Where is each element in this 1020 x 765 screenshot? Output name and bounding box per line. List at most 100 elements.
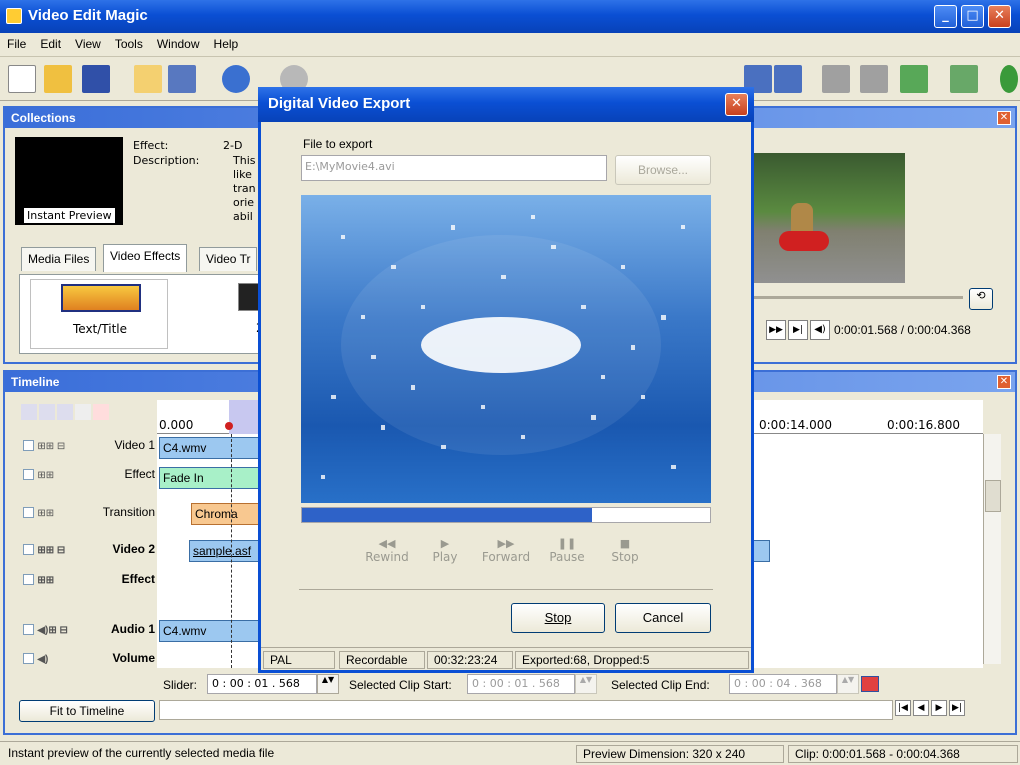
scrollbar-thumb[interactable] [985, 480, 1001, 512]
stop-control[interactable]: ■ Stop [597, 537, 653, 564]
track-toggle-icons[interactable]: ⊞⊞ ⊟ [37, 441, 65, 452]
menu-file[interactable]: File [0, 33, 33, 51]
timeline-close-icon[interactable]: ✕ [997, 375, 1011, 389]
stop-button[interactable]: Stop [511, 603, 605, 633]
list-item-label: Text/Title [72, 322, 128, 336]
preview-image [753, 153, 905, 283]
slider-time-input[interactable]: 0 : 00 : 01 . 568 [207, 674, 317, 694]
clip-transition-chroma[interactable]: Chroma [191, 503, 261, 525]
clip-audio1[interactable]: C4.wmv [159, 620, 259, 642]
clip-end-spin-icon[interactable]: ▲▼ [837, 674, 859, 694]
track-name: Effect [124, 467, 155, 481]
last-icon[interactable]: ▶| [949, 700, 965, 716]
minimize-button[interactable]: _ [934, 5, 957, 28]
group-icon[interactable] [774, 65, 802, 93]
maximize-button[interactable]: □ [961, 5, 984, 28]
play-control[interactable]: ▶ Play [417, 537, 473, 564]
first-icon[interactable]: |◀ [895, 700, 911, 716]
instant-preview-tooltip: Instant Preview [23, 207, 116, 224]
track-toggle-icons[interactable]: ⊞⊞ [37, 575, 54, 586]
track-checkbox[interactable] [23, 469, 34, 481]
volume-icon[interactable]: ◀) [810, 320, 830, 340]
tab-video-transitions[interactable]: Video Tr [199, 247, 258, 271]
menu-window[interactable]: Window [150, 33, 207, 51]
capture-icon[interactable] [168, 65, 196, 93]
pause-control[interactable]: ❚❚ Pause [539, 537, 595, 564]
loop-icon[interactable]: ⟲ [969, 288, 993, 310]
fullscreen-icon[interactable] [900, 65, 928, 93]
track-header-video1: ⊞⊞ ⊟ Video 1 [23, 438, 159, 468]
list-item[interactable]: Text/Title [30, 279, 168, 349]
prev-icon[interactable]: ◀ [913, 700, 929, 716]
clip-video2-tail[interactable] [752, 540, 770, 562]
timeline-scrollbar[interactable] [983, 434, 1001, 664]
forward-control[interactable]: ▶▶ Forward [475, 537, 537, 564]
menu-help[interactable]: Help [207, 33, 246, 51]
properties-icon[interactable] [822, 65, 850, 93]
clip-effect-fade-in[interactable]: Fade In [159, 467, 259, 489]
track-checkbox[interactable] [23, 507, 34, 519]
particle-effect [321, 215, 685, 479]
track-name: Audio 1 [111, 622, 155, 636]
track-header-effect: ⊞⊞ Effect [23, 467, 159, 497]
end-icon[interactable]: ▶| [788, 320, 808, 340]
undo-icon[interactable] [222, 65, 250, 93]
settings-icon[interactable] [860, 65, 888, 93]
browse-button[interactable]: Browse... [615, 155, 711, 185]
zoom-out-icon[interactable] [39, 404, 55, 420]
playhead-marker[interactable] [225, 422, 233, 430]
horizontal-scrollbar[interactable] [159, 700, 893, 720]
dialog-statusbar: PAL Recordable 00:32:23:24 Exported:68, … [261, 647, 751, 673]
save-icon[interactable] [82, 65, 110, 93]
track-name: Video 2 [112, 542, 155, 556]
clip-start-input[interactable]: 0 : 00 : 01 . 568 [467, 674, 575, 694]
track-toggle-icons[interactable]: ◀)⊞ ⊟ [37, 625, 68, 636]
open-folder-icon[interactable] [44, 65, 72, 93]
tab-video-effects[interactable]: Video Effects [103, 244, 188, 272]
clip-start-spin-icon[interactable]: ▲▼ [575, 674, 597, 694]
menu-edit[interactable]: Edit [33, 33, 68, 51]
close-button[interactable]: ✕ [988, 5, 1011, 28]
description-text: This like tran orie abil [233, 154, 256, 224]
track-checkbox[interactable] [23, 544, 34, 556]
import-folder-icon[interactable] [134, 65, 162, 93]
next-icon[interactable]: ▶ [931, 700, 947, 716]
track-checkbox[interactable] [23, 574, 34, 586]
clip-video2-sample[interactable]: sample.asf [189, 540, 261, 562]
new-file-icon[interactable] [8, 65, 36, 93]
filter-clear-icon[interactable] [75, 404, 91, 420]
tab-media-files[interactable]: Media Files [21, 247, 97, 271]
cancel-button[interactable]: Cancel [615, 603, 711, 633]
zoom-in-icon[interactable] [21, 404, 37, 420]
fit-to-timeline-button[interactable]: Fit to Timeline [19, 700, 155, 722]
track-toggle-icons[interactable]: ⊞⊞ [37, 508, 54, 519]
filter-icon[interactable] [57, 404, 73, 420]
clip-end-input[interactable]: 0 : 00 : 04 . 368 [729, 674, 837, 694]
rewind-control[interactable]: ◀◀ Rewind [359, 537, 415, 564]
file-path-input[interactable]: E:\MyMovie4.avi [301, 155, 607, 181]
preview-seek-track[interactable] [753, 296, 963, 299]
effect-value: 2-D [223, 139, 243, 152]
export-icon[interactable] [950, 65, 978, 93]
clip-video1[interactable]: C4.wmv [159, 437, 259, 459]
track-checkbox[interactable] [23, 653, 34, 665]
effects-list: Text/Title 2 [19, 274, 264, 354]
slider-spin-icon[interactable]: ▲▼ [317, 674, 339, 694]
status-message: Instant preview of the currently selecte… [8, 746, 275, 760]
track-toggle-icons[interactable]: ⊞⊞ [37, 470, 54, 481]
track-header-transition: ⊞⊞ Transition [23, 505, 159, 535]
menu-tools[interactable]: Tools [108, 33, 150, 51]
collections-close-icon[interactable]: ✕ [997, 111, 1011, 125]
marker-icon[interactable] [93, 404, 109, 420]
menu-view[interactable]: View [68, 33, 108, 51]
track-toggle-icons[interactable]: ◀) [37, 654, 48, 665]
track-toggle-icons[interactable]: ⊞⊞ ⊟ [37, 545, 65, 556]
track-checkbox[interactable] [23, 440, 34, 452]
dialog-close-button[interactable]: ✕ [725, 93, 748, 116]
dialog-title: Digital Video Export [258, 87, 754, 122]
next-frame-icon[interactable]: ▶▶ [766, 320, 786, 340]
track-checkbox[interactable] [23, 624, 34, 636]
export-progress-fill [302, 508, 592, 522]
apply-clip-icon[interactable] [861, 676, 879, 692]
help-icon[interactable] [1000, 65, 1018, 93]
